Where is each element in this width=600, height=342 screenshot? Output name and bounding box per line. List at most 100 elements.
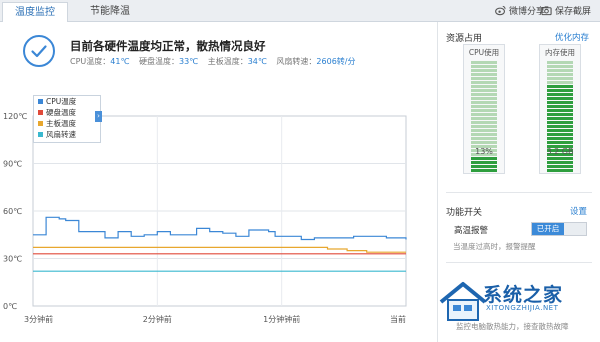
- legend-item-disk: 硬盘温度: [38, 108, 76, 118]
- section-divider: [446, 192, 592, 193]
- legend-item-board: 主板温度: [38, 119, 76, 129]
- legend-label-disk: 硬盘温度: [46, 108, 76, 117]
- legend-item-fan: 风扇转速: [38, 130, 76, 140]
- meter-segment: [547, 85, 573, 88]
- camera-icon: [541, 6, 552, 16]
- cpu-usage-value: 13%: [475, 147, 493, 156]
- meter-segment: [547, 109, 573, 112]
- meter-segment: [547, 65, 573, 68]
- legend-swatch-board: [38, 121, 43, 126]
- x-tick-label: 3分钟前: [24, 314, 53, 324]
- meter-segment: [471, 73, 497, 76]
- y-tick-label: 60℃: [3, 207, 22, 216]
- meter-segment: [471, 65, 497, 68]
- weibo-share-button[interactable]: 微博分享: [495, 4, 545, 20]
- meter-segment: [471, 133, 497, 136]
- y-tick-label: 90℃: [3, 160, 22, 169]
- meter-segment: [471, 61, 497, 64]
- meter-segment: [547, 165, 573, 168]
- meter-segment: [471, 113, 497, 116]
- disk-temp-value: 33℃: [178, 57, 199, 66]
- meter-segment: [547, 121, 573, 124]
- alarm-hint: 当温度过高时，报警提醒: [453, 242, 536, 251]
- disk-temp-label: 硬盘温度：: [138, 57, 179, 66]
- legend-swatch-disk: [38, 110, 43, 115]
- meter-segment: [471, 141, 497, 144]
- resources-title: 资源占用: [446, 34, 483, 44]
- meter-segment: [547, 169, 573, 172]
- meter-segment: [547, 161, 573, 164]
- x-tick-label: 当前: [390, 314, 406, 324]
- meter-segment: [547, 89, 573, 92]
- meter-segment: [471, 137, 497, 140]
- memory-meter-label: 内存使用: [545, 48, 575, 57]
- meter-segment: [547, 61, 573, 64]
- x-tick-label: 1分钟钟前: [263, 314, 300, 324]
- meter-segment: [471, 85, 497, 88]
- y-tick-label: 120℃: [3, 112, 27, 121]
- legend-swatch-cpu: [38, 99, 43, 104]
- meter-segment: [471, 81, 497, 84]
- save-screenshot-button[interactable]: 保存截屏: [541, 4, 591, 20]
- meter-segment: [547, 69, 573, 72]
- y-tick-label: 30℃: [3, 255, 22, 264]
- save-screenshot-label: 保存截屏: [555, 7, 592, 17]
- meter-segment: [471, 69, 497, 72]
- high-temp-alarm-toggle[interactable]: 已开启: [531, 222, 587, 236]
- meter-segment: [471, 97, 497, 100]
- legend-swatch-fan: [38, 132, 43, 137]
- legend-label-board: 主板温度: [46, 119, 76, 128]
- meter-segment: [471, 125, 497, 128]
- meter-segment: [471, 169, 497, 172]
- top-tab-bar: 温度监控 节能降温 微博分享 保存截屏: [0, 0, 600, 22]
- tab-energy-cooling[interactable]: 节能降温: [72, 2, 148, 22]
- temperature-readings: CPU温度：41℃ 硬盘温度：33℃ 主板温度：34℃ 风扇转速：2606转/分: [70, 56, 362, 67]
- section-divider-2: [446, 262, 592, 263]
- meter-segment: [471, 121, 497, 124]
- settings-link[interactable]: 设置: [570, 205, 587, 217]
- status-title: 目前各硬件温度均正常，散热情况良好: [70, 39, 266, 53]
- meter-segment: [547, 73, 573, 76]
- high-temp-alarm-label: 高温报警: [454, 226, 489, 236]
- meter-segment: [471, 165, 497, 168]
- fan-speed-label: 风扇转速：: [276, 57, 317, 66]
- meter-segment: [547, 113, 573, 116]
- meter-segment: [547, 117, 573, 120]
- watermark-name: 系统之家: [483, 284, 564, 306]
- optimize-memory-link[interactable]: 优化内存: [555, 31, 589, 43]
- legend-item-cpu: CPU温度: [38, 97, 76, 107]
- weibo-icon: [495, 5, 506, 16]
- features-title: 功能开关: [446, 208, 483, 218]
- meter-segment: [547, 81, 573, 84]
- legend-label-fan: 风扇转速: [46, 130, 76, 139]
- meter-segment: [471, 117, 497, 120]
- watermark-url: XITONGZHIJIA.NET: [486, 304, 559, 312]
- status-check-icon: [23, 35, 55, 67]
- meter-segment: [471, 77, 497, 80]
- legend-collapse-arrow-icon[interactable]: ›: [95, 111, 102, 122]
- tab-temperature-monitor[interactable]: 温度监控: [2, 2, 68, 22]
- cpu-meter-label: CPU使用: [468, 48, 500, 57]
- meter-segment: [547, 129, 573, 132]
- meter-segment: [547, 137, 573, 140]
- toggle-on-label: 已开启: [532, 223, 564, 235]
- weibo-share-label: 微博分享: [509, 7, 546, 17]
- meter-segment: [547, 157, 573, 160]
- meter-segment: [547, 141, 573, 144]
- meter-segment: [471, 161, 497, 164]
- meter-segment: [547, 105, 573, 108]
- meter-segment: [547, 125, 573, 128]
- legend-label-cpu: CPU温度: [46, 97, 77, 106]
- board-temp-value: 34℃: [247, 57, 267, 66]
- meter-segment: [471, 101, 497, 104]
- board-temp-label: 主板温度：: [207, 57, 248, 66]
- cpu-temp-label: CPU温度：: [70, 57, 111, 66]
- meter-segment: [471, 89, 497, 92]
- meter-segment: [547, 97, 573, 100]
- meter-segment: [471, 105, 497, 108]
- memory-usage-value: 3.2 GB: [546, 147, 574, 156]
- meter-segment: [471, 109, 497, 112]
- meter-segment: [547, 77, 573, 80]
- meter-segment: [547, 101, 573, 104]
- meter-segment: [471, 129, 497, 132]
